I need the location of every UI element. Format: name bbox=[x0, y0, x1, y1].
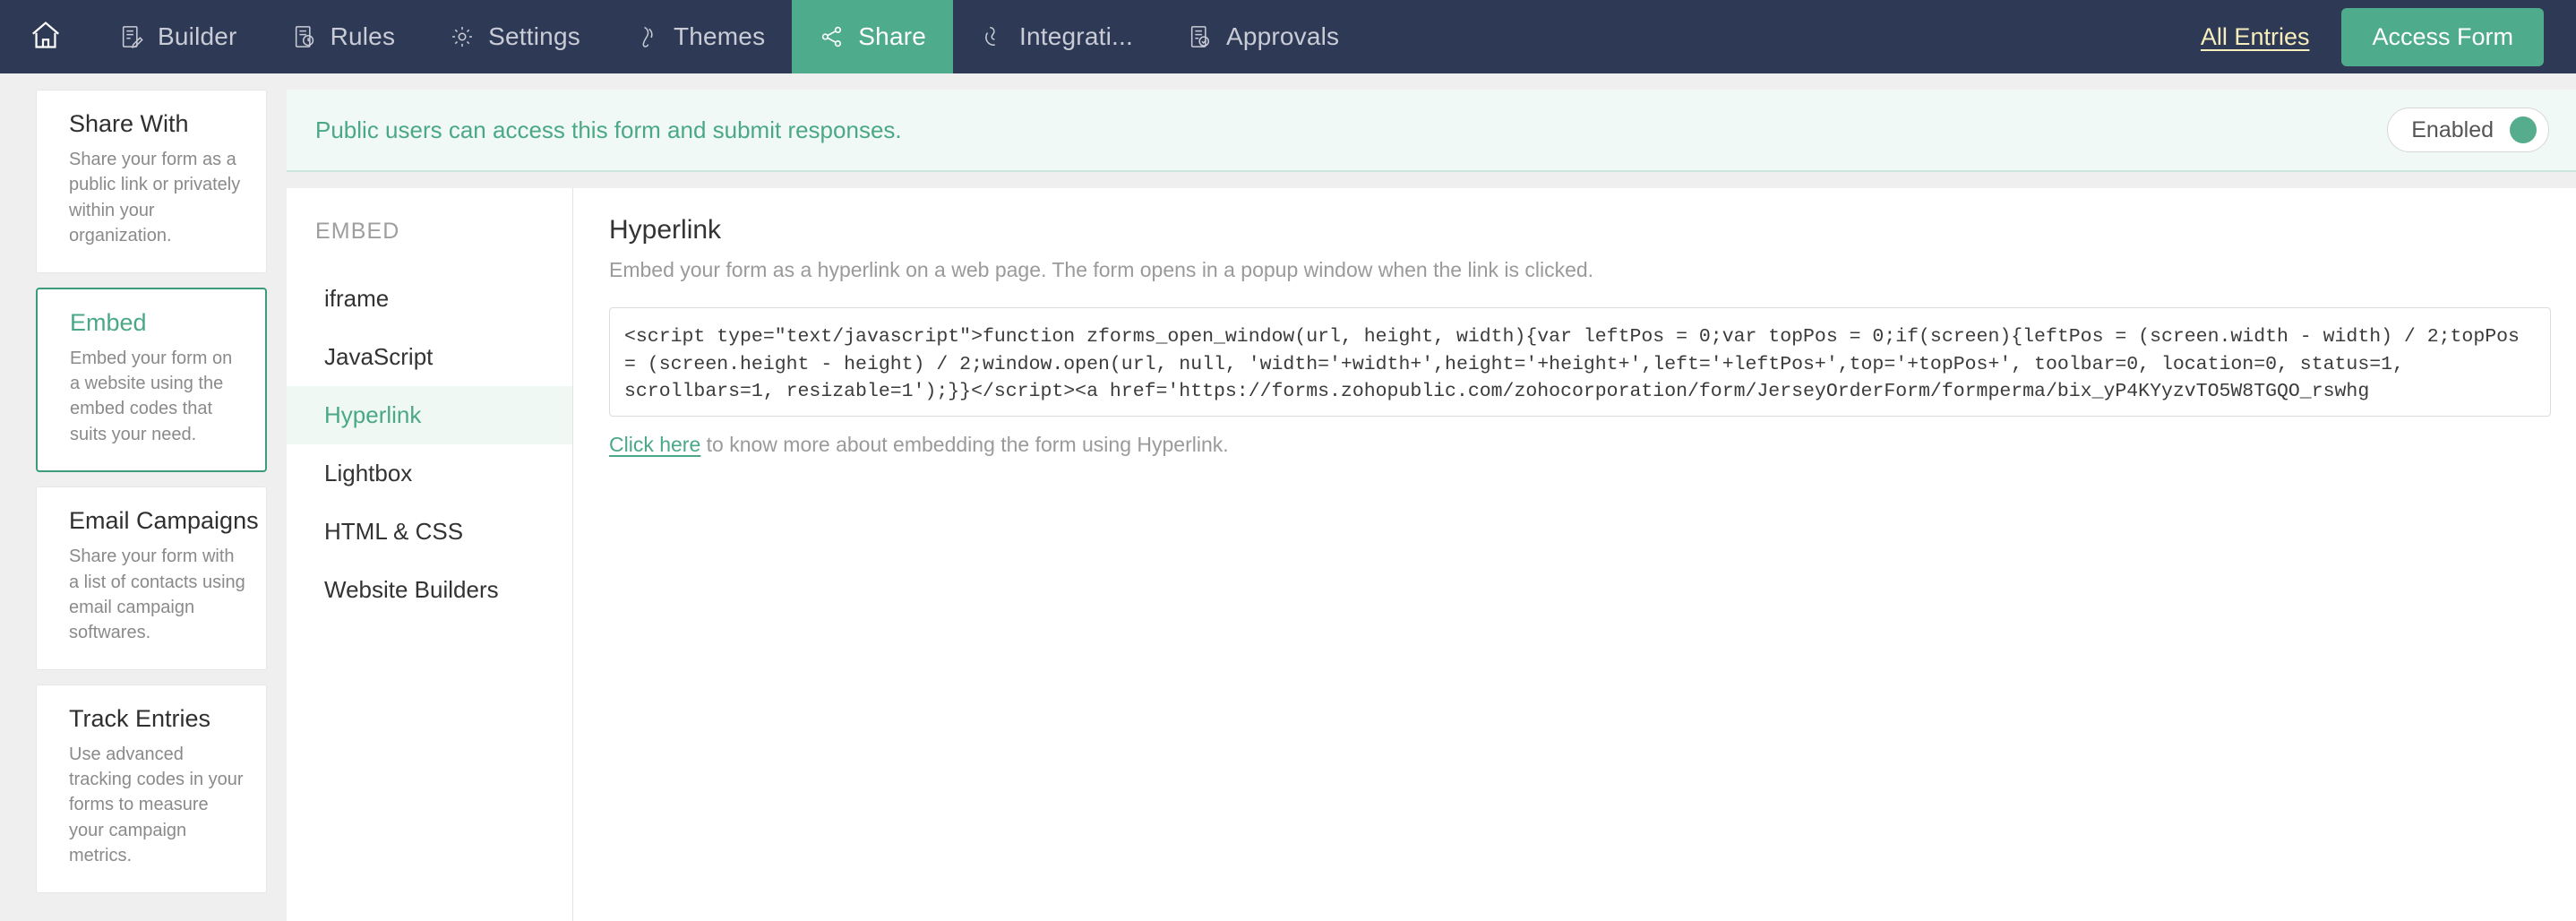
embed-item-iframe[interactable]: iframe bbox=[287, 270, 572, 328]
nav-item-list: Builder Rules Settings Themes Share Inte… bbox=[91, 0, 1366, 73]
sidebar-card-title: Embed bbox=[70, 308, 147, 336]
sidebar-card-track-entries[interactable]: Track Entries Use advanced tracking code… bbox=[36, 684, 267, 893]
toggle-label: Enabled bbox=[2411, 116, 2494, 142]
embed-help-text: Click here to know more about embedding … bbox=[609, 433, 2551, 457]
detail-subtitle: Embed your form as a hyperlink on a web … bbox=[609, 258, 1594, 281]
toggle-indicator bbox=[2510, 116, 2537, 143]
rules-icon bbox=[291, 23, 318, 50]
sidebar-card-title: Share With bbox=[69, 110, 189, 137]
embed-item-hyperlink[interactable]: Hyperlink bbox=[287, 386, 572, 444]
embed-type-list: EMBED iframe JavaScript Hyperlink Lightb… bbox=[287, 188, 573, 921]
embed-detail-pane: Hyperlink Embed your form as a hyperlink… bbox=[573, 188, 2576, 921]
builder-icon bbox=[118, 23, 145, 50]
click-here-link[interactable]: Click here bbox=[609, 433, 700, 456]
banner-message: Public users can access this form and su… bbox=[315, 116, 902, 143]
nav-label-share: Share bbox=[858, 22, 927, 50]
nav-label-themes: Themes bbox=[673, 22, 766, 50]
nav-item-builder[interactable]: Builder bbox=[91, 0, 264, 73]
nav-label-settings: Settings bbox=[488, 22, 580, 50]
help-text-rest: to know more about embedding the form us… bbox=[700, 433, 1229, 456]
topbar-actions: All Entries Access Form bbox=[2201, 0, 2576, 73]
sidebar-card-desc: Share your form as a public link or priv… bbox=[69, 150, 241, 246]
sidebar-card-desc: Share your form with a list of contacts … bbox=[69, 547, 245, 643]
nav-label-rules: Rules bbox=[330, 22, 396, 50]
embed-item-website-builders[interactable]: Website Builders bbox=[287, 561, 572, 619]
embed-item-javascript[interactable]: JavaScript bbox=[287, 328, 572, 386]
sidebar-card-title: Track Entries bbox=[69, 704, 211, 732]
sidebar-card-share-with[interactable]: Share With Share your form as a public l… bbox=[36, 90, 267, 273]
nav-item-share[interactable]: Share bbox=[792, 0, 954, 73]
sidebar-card-email-campaigns[interactable]: Email Campaigns Share your form with a l… bbox=[36, 486, 267, 670]
gear-icon bbox=[449, 23, 476, 50]
nav-item-themes[interactable]: Themes bbox=[607, 0, 792, 73]
home-button[interactable] bbox=[0, 0, 91, 73]
embed-item-html-css[interactable]: HTML & CSS bbox=[287, 503, 572, 561]
embed-list-heading: EMBED bbox=[315, 219, 400, 244]
sidebar-card-embed[interactable]: Embed Embed your form on a website using… bbox=[36, 287, 267, 473]
share-icon bbox=[819, 23, 846, 50]
themes-icon bbox=[634, 23, 661, 50]
public-access-banner: Public users can access this form and su… bbox=[287, 90, 2576, 172]
nav-label-approvals: Approvals bbox=[1225, 22, 1340, 50]
sidebar-card-desc: Use advanced tracking codes in your form… bbox=[69, 744, 244, 866]
access-form-button[interactable]: Access Form bbox=[2341, 7, 2544, 66]
top-navigation-bar: Builder Rules Settings Themes Share Inte… bbox=[0, 0, 2576, 73]
nav-label-builder: Builder bbox=[158, 22, 237, 50]
home-icon bbox=[29, 18, 63, 56]
all-entries-link[interactable]: All Entries bbox=[2201, 23, 2310, 51]
embed-code-textarea[interactable]: <script type="text/javascript">function … bbox=[609, 307, 2551, 417]
nav-label-integrations: Integrati... bbox=[1019, 22, 1133, 50]
nav-item-approvals[interactable]: Approvals bbox=[1160, 0, 1366, 73]
approvals-icon bbox=[1187, 23, 1214, 50]
sidebar-card-title: Email Campaigns bbox=[69, 507, 259, 535]
sidebar-card-desc: Embed your form on a website using the e… bbox=[70, 348, 233, 444]
page-body: Share With Share your form as a public l… bbox=[0, 73, 2576, 921]
nav-item-rules[interactable]: Rules bbox=[264, 0, 423, 73]
share-sidebar: Share With Share your form as a public l… bbox=[0, 73, 287, 921]
nav-item-settings[interactable]: Settings bbox=[422, 0, 607, 73]
public-access-toggle[interactable]: Enabled bbox=[2387, 108, 2549, 152]
embed-item-lightbox[interactable]: Lightbox bbox=[287, 444, 572, 503]
nav-item-integrations[interactable]: Integrati... bbox=[953, 0, 1160, 73]
main-panel: Public users can access this form and su… bbox=[287, 73, 2576, 921]
detail-title: Hyperlink bbox=[609, 215, 722, 245]
integrations-icon bbox=[980, 23, 1007, 50]
embed-content: EMBED iframe JavaScript Hyperlink Lightb… bbox=[287, 188, 2576, 921]
